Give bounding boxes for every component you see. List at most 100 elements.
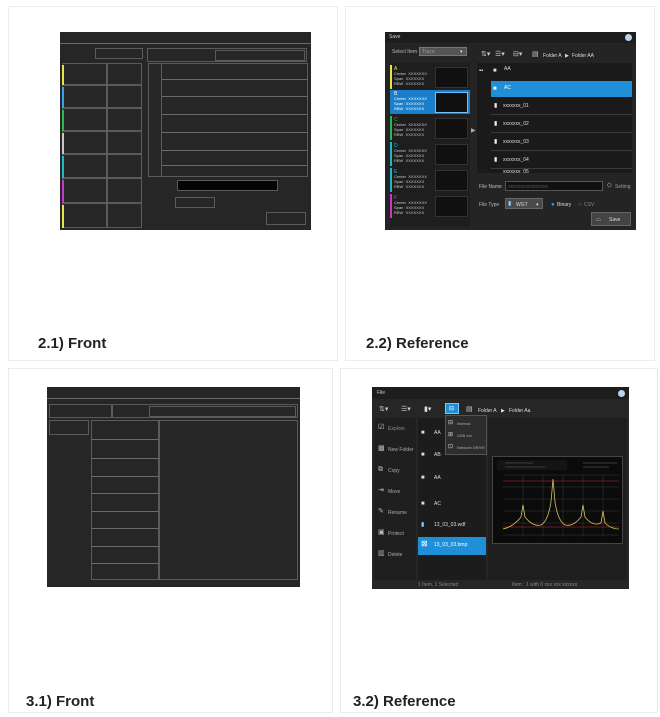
file-row[interactable]: ▮ 13_03_03.wdf [418, 518, 486, 532]
radio-csv-label[interactable]: CSV [584, 202, 594, 208]
explore-icon: ☑ [378, 424, 385, 431]
trash-icon: ▥ [378, 550, 385, 557]
sidebar-item-move[interactable]: ⇥ Move [374, 484, 416, 499]
file-type-select[interactable]: ▮ WGT ▾ [505, 198, 543, 209]
drive-icon: ⊟ [448, 420, 454, 426]
file-row-line [91, 493, 159, 494]
drive-menu: ⊟ Internal ⊞ USB xxx ⊡ Network DRIVE [445, 415, 487, 455]
sidebar-item-explore[interactable]: ☑ Explore [374, 421, 416, 436]
save-icon: ▭ [596, 217, 601, 223]
setting-icon[interactable]: ⛭ [607, 183, 612, 189]
trace-color [390, 116, 392, 140]
trace-list: A Center XXXXXXX Span XXXXXXX RBW XXXXXX… [390, 63, 470, 227]
preview-area [159, 420, 298, 580]
save-button[interactable] [266, 212, 306, 225]
select-item-label: Select Item [392, 49, 418, 55]
file-type-icon: ▮ [508, 201, 512, 207]
save-button[interactable]: ▭ Save [591, 212, 631, 226]
new-folder-icon: ▩ [378, 445, 385, 452]
caption-3-2: 3.2) Reference [353, 693, 456, 710]
file-row[interactable]: ▪▪ ■ AA [477, 64, 632, 79]
drive-menu-item-internal[interactable]: ⊟ Internal [446, 418, 488, 429]
sidebar-item-rename[interactable]: ✎ Rename [374, 505, 416, 520]
folder-up-icon[interactable]: ▤ [466, 406, 473, 413]
select-field [95, 48, 143, 59]
trace-color-g [62, 205, 64, 228]
title-bar [60, 43, 311, 44]
breadcrumb-separator: ▶ [565, 53, 569, 59]
drive-menu-item-usb[interactable]: ⊞ USB xxx [446, 430, 488, 441]
file-row[interactable]: ▮ xxxxxxx_02 [491, 117, 632, 133]
trace-thumbnail [435, 170, 468, 191]
trace-fields: Center XXXXXXX Span XXXXXXX RBW XXXXXXX [394, 96, 427, 111]
breadcrumb-2[interactable]: Folder AA [572, 53, 594, 59]
radio-binary-icon[interactable]: ● [551, 202, 555, 208]
sidebar-label: New Folder [388, 447, 414, 453]
trace-fields: Center XXXXXXX Span XXXXXXX RBW XXXXXXX [394, 122, 427, 137]
file-name-input[interactable] [177, 180, 278, 191]
file-row[interactable]: ■ AC [418, 497, 486, 511]
file-row[interactable]: ■ AA [418, 471, 486, 485]
file-list-gutter [148, 63, 162, 177]
new-file-icon[interactable]: ▮▾ [424, 406, 431, 413]
file-type-select[interactable] [175, 197, 215, 208]
drive-icon: ⊟ [449, 406, 455, 412]
close-icon[interactable] [625, 34, 632, 41]
folder-up-icon[interactable]: ▤ [532, 51, 539, 58]
breadcrumb-2[interactable]: Folder Aa [509, 408, 530, 414]
file-row-selected[interactable]: ⊠ 13_03_03.bmp [418, 537, 486, 555]
status-left: 1 Item, 1 Selected [418, 582, 459, 588]
file-list [148, 63, 308, 177]
drive-menu-item-network[interactable]: ⊡ Network DRIVE [446, 442, 488, 453]
drive-button[interactable]: ⊟ [445, 403, 459, 414]
file-row-line [162, 96, 308, 97]
file-row[interactable]: ▮ xxxxxxx_01 [491, 99, 632, 115]
breadcrumb-1[interactable]: Folder A [478, 408, 497, 414]
file-row-selected[interactable]: ■ AC [491, 81, 632, 97]
view-icon[interactable]: ☰▾ [401, 406, 411, 413]
sidebar-item-protect[interactable]: ▣ Protect [374, 526, 416, 541]
file-name: AB [434, 452, 441, 458]
breadcrumb-1[interactable]: Folder A [543, 53, 562, 59]
file-row-line [91, 458, 159, 459]
sidebar-item-copy[interactable]: ⧉ Copy [374, 463, 416, 478]
drive-icon[interactable]: ⊟▾ [513, 51, 522, 58]
trace-row-d[interactable]: D Center XXXXXXX Span XXXXXXX RBW XXXXXX… [390, 142, 470, 166]
file-icon: ▮ [494, 121, 498, 127]
sidebar-item-new-folder[interactable]: ▩ New Folder [374, 442, 416, 457]
file-row-line [162, 165, 308, 166]
sort-icon[interactable]: ⇅▾ [481, 51, 490, 58]
sidebar-item-delete[interactable]: ▥ Delete [374, 547, 416, 562]
radio-csv-icon[interactable]: ○ [578, 202, 582, 208]
file-name: AA [434, 475, 441, 481]
trace-row-e[interactable]: E Center XXXXXXX Span XXXXXXX RBW XXXXXX… [390, 168, 470, 192]
title-bar [385, 32, 636, 43]
trace-row-f[interactable]: F Center XXXXXXX Span XXXXXXX RBW XXXXXX… [390, 194, 470, 218]
chevron-down-icon: ▾ [536, 202, 539, 208]
view-icon[interactable]: ☰▾ [495, 51, 505, 58]
file-name-input[interactable]: xxxxxxxxxxxxxxxx [505, 181, 603, 191]
usb-icon: ⊞ [448, 432, 454, 438]
trace-row-c[interactable]: C Center XXXXXXX Span XXXXXXX RBW XXXXXX… [390, 116, 470, 140]
trace-row-b[interactable]: B Center XXXXXXX Span XXXXXXX RBW XXXXXX… [390, 90, 470, 114]
sort-icon[interactable]: ⇅▾ [379, 406, 388, 413]
image-file-icon: ⊠ [421, 539, 428, 548]
preview-image [492, 456, 623, 544]
trace-row-a[interactable]: A Center XXXXXXX Span XXXXXXX RBW XXXXXX… [390, 65, 470, 89]
file-row[interactable]: xxxxxxx_05 [491, 169, 632, 173]
file-row[interactable]: ▮ xxxxxxx_03 [491, 135, 632, 151]
breadcrumb-separator: ▶ [501, 408, 505, 414]
collapse-arrow-icon[interactable]: ▶ [471, 128, 476, 134]
file-name: 13_03_03.wdf [434, 522, 466, 528]
setting-label[interactable]: Setting [615, 184, 631, 190]
caption-2-1: 2.1) Front [38, 335, 107, 352]
list-divider [106, 63, 108, 228]
select-item-dropdown[interactable]: Trace ▾ [419, 47, 467, 56]
trace-thumbnail [435, 92, 468, 113]
radio-binary-label[interactable]: Binary [557, 202, 571, 208]
trace-color-d [62, 133, 64, 154]
file-row[interactable]: ▮ xxxxxxx_04 [491, 153, 632, 169]
trace-fields: Center XXXXXXX Span XXXXXXX RBW XXXXXXX [394, 174, 427, 189]
sidebar-label: Explore [388, 426, 405, 432]
close-icon[interactable] [618, 390, 625, 397]
